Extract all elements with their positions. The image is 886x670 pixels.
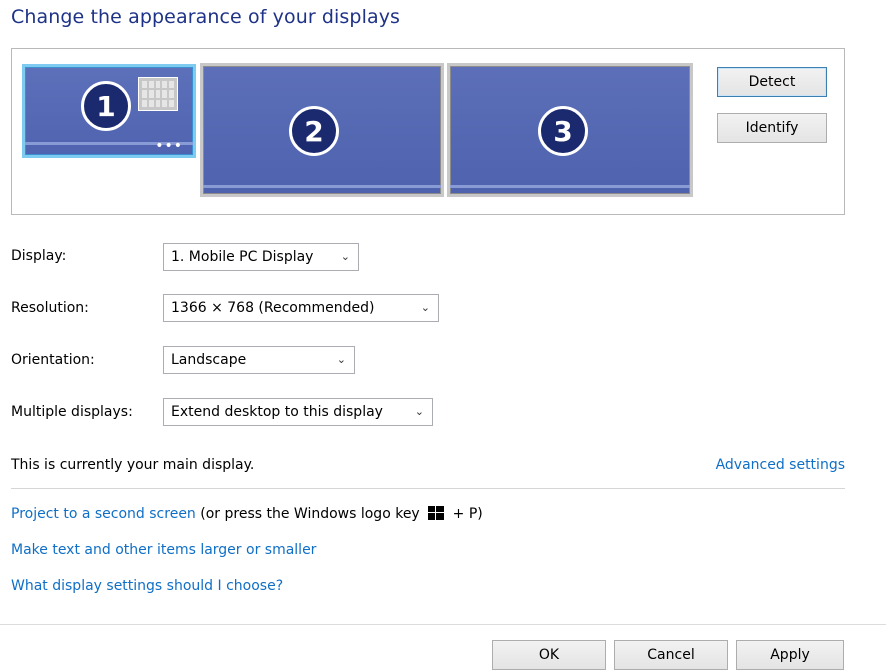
apply-button[interactable]: Apply (736, 640, 844, 670)
multiple-displays-select[interactable]: Extend desktop to this display ⌄ (163, 398, 433, 426)
text-size-link[interactable]: Make text and other items larger or smal… (11, 542, 316, 558)
monitor-3-number: 3 (538, 106, 588, 156)
advanced-settings-link[interactable]: Advanced settings (716, 457, 845, 473)
chevron-down-icon: ⌄ (336, 353, 346, 366)
display-select[interactable]: 1. Mobile PC Display ⌄ (163, 243, 359, 271)
divider (11, 488, 845, 489)
identify-button[interactable]: Identify (717, 113, 827, 143)
resolution-label: Resolution: (11, 300, 89, 316)
monitor-2-taskbar (203, 185, 441, 188)
detect-button[interactable]: Detect (717, 67, 827, 97)
monitor-1[interactable]: 1 ••• (22, 64, 196, 158)
orientation-select[interactable]: Landscape ⌄ (163, 346, 355, 374)
monitor-1-screen-icon (138, 77, 178, 111)
chevron-down-icon: ⌄ (340, 250, 350, 263)
project-line: Project to a second screen (or press the… (11, 506, 483, 522)
multiple-displays-label: Multiple displays: (11, 404, 133, 420)
resolution-select-value: 1366 × 768 (Recommended) (171, 300, 375, 316)
windows-logo-icon (428, 506, 445, 520)
display-select-value: 1. Mobile PC Display (171, 249, 314, 265)
footer-divider (0, 624, 886, 625)
monitor-1-number: 1 (81, 81, 131, 131)
project-hint-key: + P) (452, 506, 483, 522)
monitor-2[interactable]: 2 (200, 63, 444, 197)
orientation-label: Orientation: (11, 352, 95, 368)
project-hint-text: (or press the Windows logo key (200, 506, 420, 522)
multiple-displays-select-value: Extend desktop to this display (171, 404, 383, 420)
more-icon: ••• (155, 138, 183, 154)
page-title: Change the appearance of your displays (11, 6, 401, 28)
display-help-link[interactable]: What display settings should I choose? (11, 578, 283, 594)
chevron-down-icon: ⌄ (414, 405, 424, 418)
monitor-2-number: 2 (289, 106, 339, 156)
monitor-3[interactable]: 3 (447, 63, 693, 197)
project-second-screen-link[interactable]: Project to a second screen (11, 506, 196, 522)
cancel-button[interactable]: Cancel (614, 640, 728, 670)
ok-button[interactable]: OK (492, 640, 606, 670)
main-display-status: This is currently your main display. (11, 457, 255, 473)
monitor-3-taskbar (450, 185, 690, 188)
chevron-down-icon: ⌄ (420, 301, 430, 314)
resolution-select[interactable]: 1366 × 768 (Recommended) ⌄ (163, 294, 439, 322)
orientation-select-value: Landscape (171, 352, 247, 368)
display-label: Display: (11, 248, 67, 264)
